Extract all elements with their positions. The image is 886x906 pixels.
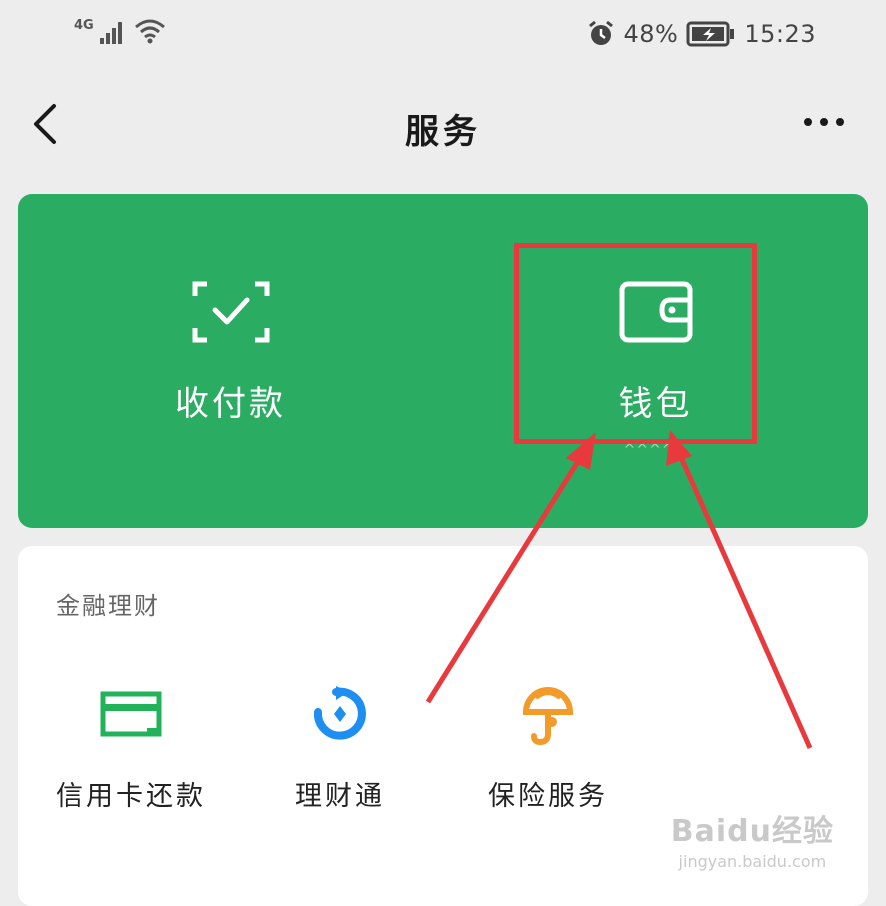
wallet-label: 钱包 bbox=[618, 384, 693, 424]
wifi-icon bbox=[134, 19, 165, 44]
wallet-button[interactable]: 钱包 ^^^^^ bbox=[443, 194, 868, 528]
insurance-icon bbox=[522, 687, 574, 746]
network-type: 4G bbox=[74, 17, 94, 33]
credit-card-repay-button[interactable]: 信用卡还款 bbox=[31, 682, 231, 812]
receive-pay-label: 收付款 bbox=[175, 384, 286, 424]
watermark-url: jingyan.baidu.com bbox=[678, 852, 827, 871]
watermark-brand: Baidu经验 bbox=[670, 814, 834, 849]
page-title: 服务 bbox=[405, 112, 481, 152]
insurance-button[interactable]: 保险服务 bbox=[448, 682, 648, 812]
status-bar: 4G 48% 15:23 bbox=[0, 0, 886, 70]
status-right: 48% 15:23 bbox=[587, 20, 816, 48]
wallet-icon bbox=[619, 281, 692, 343]
licaitong-button[interactable]: 理财通 bbox=[240, 682, 440, 812]
section-title-finance: 金融理财 bbox=[56, 592, 160, 620]
receive-pay-button[interactable]: 收付款 bbox=[18, 194, 443, 528]
insurance-label: 保险服务 bbox=[488, 781, 608, 812]
battery-percent: 48% bbox=[623, 20, 679, 48]
licaitong-label: 理财通 bbox=[295, 781, 385, 812]
scan-check-icon bbox=[192, 281, 269, 343]
payment-card: 收付款 钱包 ^^^^^ bbox=[18, 194, 868, 528]
licaitong-icon bbox=[313, 686, 366, 740]
nav-bar: 服务 bbox=[0, 80, 886, 170]
alarm-icon bbox=[589, 20, 614, 45]
clock-time: 15:23 bbox=[744, 20, 816, 48]
credit-card-icon bbox=[100, 691, 162, 737]
status-left: 4G bbox=[74, 18, 166, 44]
more-options-icon[interactable] bbox=[802, 112, 846, 132]
credit-card-repay-label: 信用卡还款 bbox=[56, 781, 206, 812]
baidu-watermark: Baidu经验 jingyan.baidu.com bbox=[671, 806, 834, 871]
signal-icon bbox=[99, 22, 122, 44]
battery-charging-icon bbox=[686, 21, 735, 47]
wallet-sub-text: ^^^^^ bbox=[623, 442, 688, 458]
